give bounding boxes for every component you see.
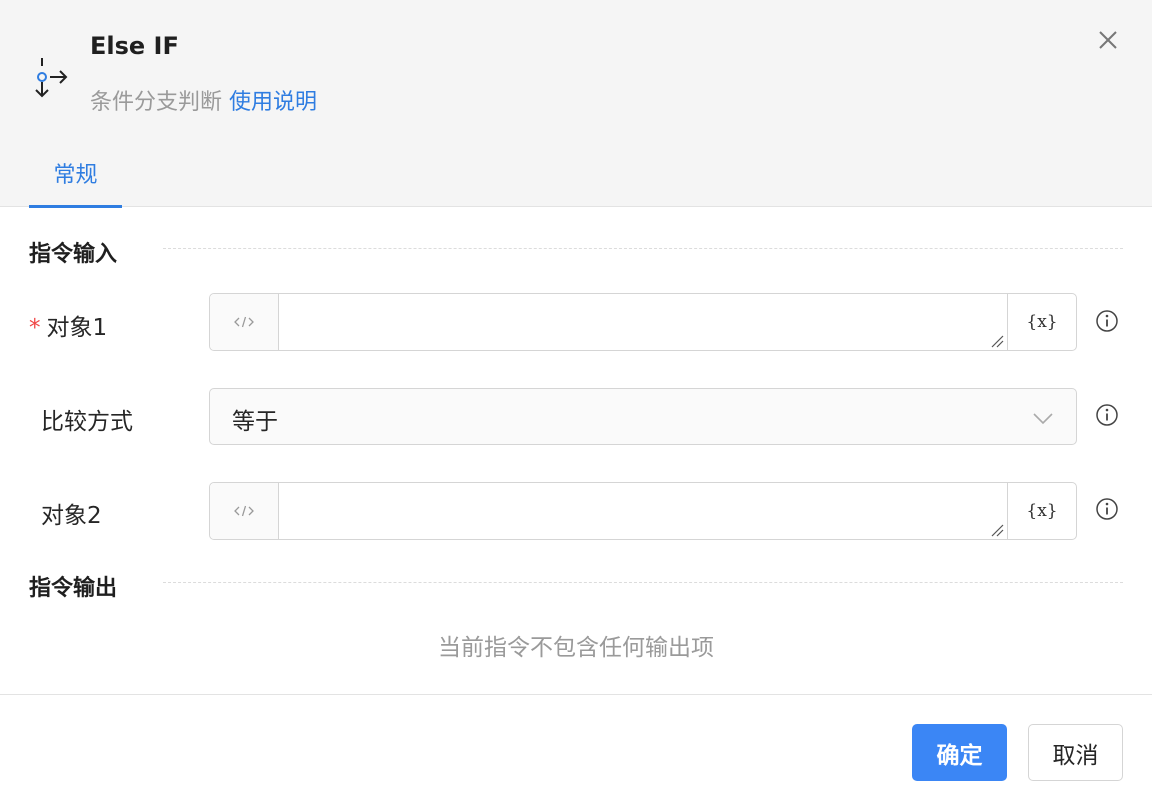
info-icon[interactable] xyxy=(1095,403,1119,427)
code-mode-button[interactable] xyxy=(210,294,279,350)
field-label-compare-mode: 比较方式 xyxy=(41,409,133,435)
input-section-title: 指令输入 xyxy=(29,242,118,267)
compare-mode-value: 等于 xyxy=(232,409,278,435)
dialog-subtitle: 条件分支判断 使用说明 xyxy=(90,84,317,116)
chevron-down-icon xyxy=(1033,413,1053,425)
compare-mode-select[interactable]: 等于 xyxy=(209,388,1077,445)
empty-output-text: 当前指令不包含任何输出项 xyxy=(438,635,714,661)
variable-insert-button[interactable]: {x} xyxy=(1007,483,1076,539)
info-icon[interactable] xyxy=(1095,497,1119,521)
dialog-header: Else IF 条件分支判断 使用说明 常规 xyxy=(0,0,1152,208)
confirm-button[interactable]: 确定 xyxy=(912,724,1007,781)
output-section-title: 指令输出 xyxy=(29,576,118,601)
field-label-object1-text: 对象1 xyxy=(46,315,108,341)
tab-general-label: 常规 xyxy=(53,163,98,188)
object2-textarea[interactable] xyxy=(279,483,1007,539)
footer-divider xyxy=(0,694,1152,695)
object1-textarea[interactable] xyxy=(279,294,1007,350)
resize-handle-icon[interactable] xyxy=(990,523,1004,537)
else-if-dialog: Else IF 条件分支判断 使用说明 常规 指令输入 * 对象1 {x} 比较… xyxy=(0,0,1152,810)
tab-active-indicator xyxy=(29,205,122,208)
branch-icon xyxy=(35,58,68,98)
close-icon[interactable] xyxy=(1094,26,1122,54)
output-section-divider xyxy=(163,582,1123,583)
object2-input-group: {x} xyxy=(209,482,1077,540)
field-label-object1: * 对象1 xyxy=(29,308,107,342)
info-icon[interactable] xyxy=(1095,309,1119,333)
dialog-title: Else IF xyxy=(90,32,179,60)
field-label-object2: 对象2 xyxy=(41,503,102,529)
resize-handle-icon[interactable] xyxy=(990,334,1004,348)
tab-general[interactable]: 常规 xyxy=(29,145,122,208)
variable-insert-button[interactable]: {x} xyxy=(1007,294,1076,350)
required-marker: * xyxy=(29,315,41,341)
cancel-button[interactable]: 取消 xyxy=(1028,724,1123,781)
code-icon xyxy=(234,316,254,328)
code-mode-button[interactable] xyxy=(210,483,279,539)
object1-input-group: {x} xyxy=(209,293,1077,351)
help-link[interactable]: 使用说明 xyxy=(229,90,317,115)
code-icon xyxy=(234,505,254,517)
input-section-divider xyxy=(163,248,1123,249)
subtitle-text: 条件分支判断 xyxy=(90,90,223,115)
